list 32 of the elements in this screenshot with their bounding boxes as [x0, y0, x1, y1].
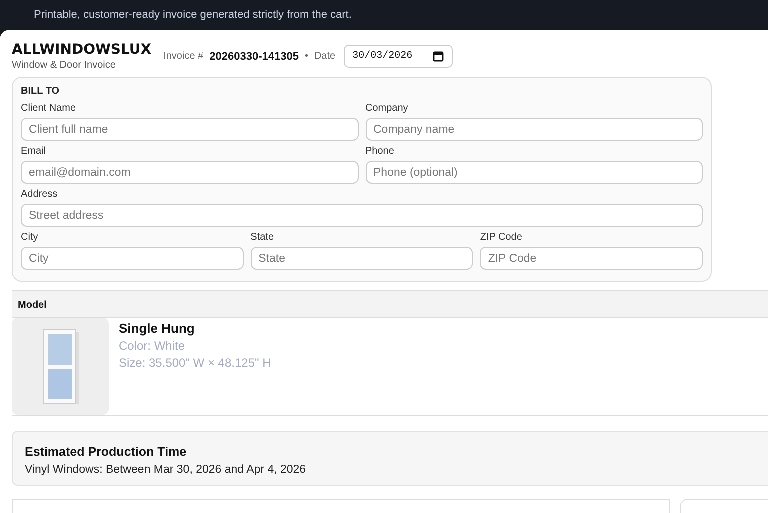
- calendar-icon[interactable]: [432, 51, 444, 62]
- product-name: Single Hung: [119, 321, 196, 336]
- banner-text: Printable, customer-ready invoice generated strictly from the cart.: [34, 9, 352, 21]
- input-field[interactable]: ZIP Code: [480, 247, 703, 270]
- date-field[interactable]: 30/03/2026: [344, 45, 453, 68]
- field-label: City: [21, 232, 40, 243]
- field-label: Email: [21, 146, 48, 157]
- field-label: Address: [21, 189, 59, 200]
- brand-name: ALLWINDOWSLUX: [12, 42, 152, 58]
- input-field[interactable]: Company name: [366, 118, 703, 141]
- input-field[interactable]: Street address: [21, 204, 703, 227]
- separator-dot: •: [304, 51, 308, 62]
- product-size: Size: 35.500" W × 48.125" H: [119, 356, 272, 370]
- field-label: Client Name: [21, 103, 78, 114]
- invoice-number: 20260330-141305: [210, 50, 299, 62]
- input-field[interactable]: Client full name: [21, 118, 358, 141]
- column-header: Model: [18, 300, 47, 311]
- invoice-subtitle: Window & Door Invoice: [12, 60, 117, 71]
- input-field[interactable]: Phone (optional): [366, 161, 703, 184]
- input-field[interactable]: email@domain.com: [21, 161, 358, 184]
- product-color: Color: White: [119, 339, 186, 353]
- production-title: Estimated Production Time: [25, 445, 188, 459]
- field-label: Phone: [366, 146, 396, 157]
- production-text: Vinyl Windows: Between Mar 30, 2026 and Apr 4, 2026: [25, 464, 308, 476]
- field-label: Company: [366, 103, 410, 114]
- date-label: Date: [314, 51, 336, 62]
- input-field[interactable]: City: [21, 247, 244, 270]
- field-label: State: [250, 232, 276, 243]
- section-title: BILL TO: [21, 86, 61, 97]
- invoice-label: Invoice #: [164, 51, 204, 62]
- input-field[interactable]: State: [250, 247, 474, 270]
- field-label: ZIP Code: [480, 232, 524, 243]
